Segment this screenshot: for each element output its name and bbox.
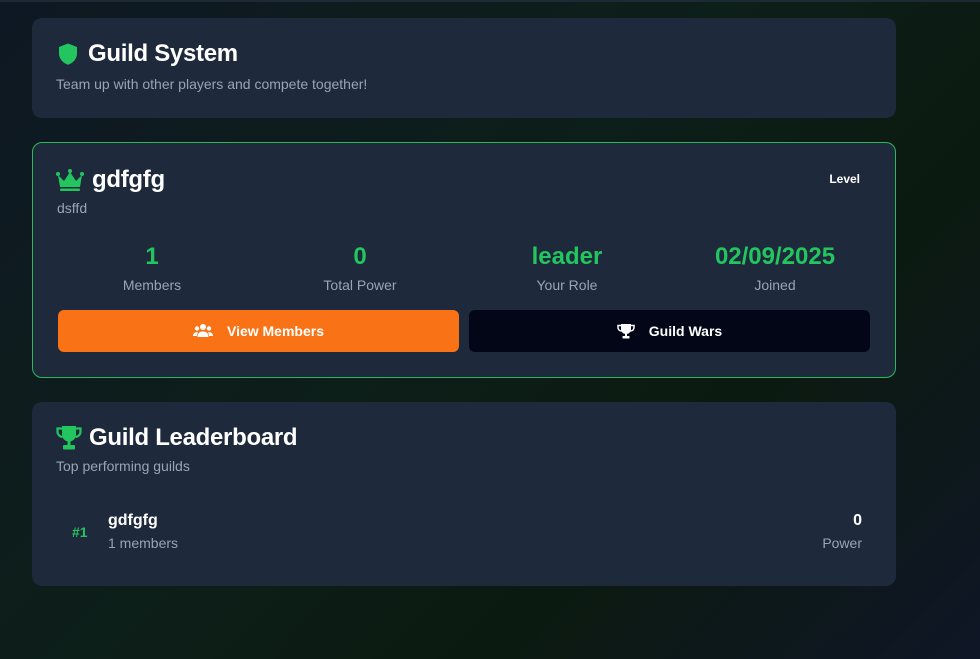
guild-wars-button[interactable]: Guild Wars (469, 310, 870, 352)
page-title: Guild System (88, 40, 238, 67)
stat-members: 1 Members (52, 243, 252, 293)
header-title-row: Guild System (56, 40, 238, 68)
leaderboard-title-row: Guild Leaderboard (55, 424, 298, 452)
crown-icon (56, 169, 84, 191)
stat-value: 0 (353, 243, 367, 270)
stat-label: Joined (754, 277, 796, 293)
leaderboard-power-label: Power (822, 535, 862, 551)
stat-value: leader (531, 243, 603, 270)
users-icon (192, 324, 213, 337)
stat-total-power: 0 Total Power (260, 243, 460, 293)
page-subtitle: Team up with other players and compete t… (56, 76, 368, 92)
guild-name: gdfgfg (92, 166, 165, 193)
leaderboard-member-count: 1 members (108, 535, 179, 551)
leaderboard-title: Guild Leaderboard (89, 424, 298, 451)
stat-label: Total Power (323, 277, 397, 293)
guild-wars-label: Guild Wars (648, 323, 723, 339)
top-divider (0, 0, 980, 2)
guild-level-label: Level (829, 172, 860, 186)
my-guild-card: gdfgfg Level dsffd 1 Members 0 Total Pow… (32, 142, 896, 378)
guild-title-row: gdfgfg (56, 166, 165, 194)
guild-system-header-card: Guild System Team up with other players … (32, 18, 896, 118)
guild-stats: 1 Members 0 Total Power leader Your Role… (33, 243, 897, 297)
leaderboard-rank: #1 (72, 524, 88, 540)
shield-icon (59, 43, 77, 65)
stat-value: 02/09/2025 (714, 243, 836, 270)
view-members-label: View Members (226, 323, 324, 339)
view-members-button[interactable]: View Members (58, 310, 459, 352)
guild-description: dsffd (57, 200, 88, 216)
stat-your-role: leader Your Role (467, 243, 667, 293)
leaderboard-row[interactable]: #1 gdfgfg 1 members 0 Power (32, 502, 896, 562)
leaderboard-power-value: 0 (853, 512, 862, 529)
stat-label: Members (122, 277, 182, 293)
stat-label: Your Role (536, 277, 598, 293)
guild-leaderboard-card: Guild Leaderboard Top performing guilds … (32, 402, 896, 586)
stat-joined: 02/09/2025 Joined (675, 243, 875, 293)
trophy-icon (617, 324, 635, 339)
leaderboard-subtitle: Top performing guilds (56, 458, 190, 474)
trophy-icon (56, 426, 82, 450)
leaderboard-guild-name: gdfgfg (108, 512, 158, 529)
stat-value: 1 (145, 243, 159, 270)
